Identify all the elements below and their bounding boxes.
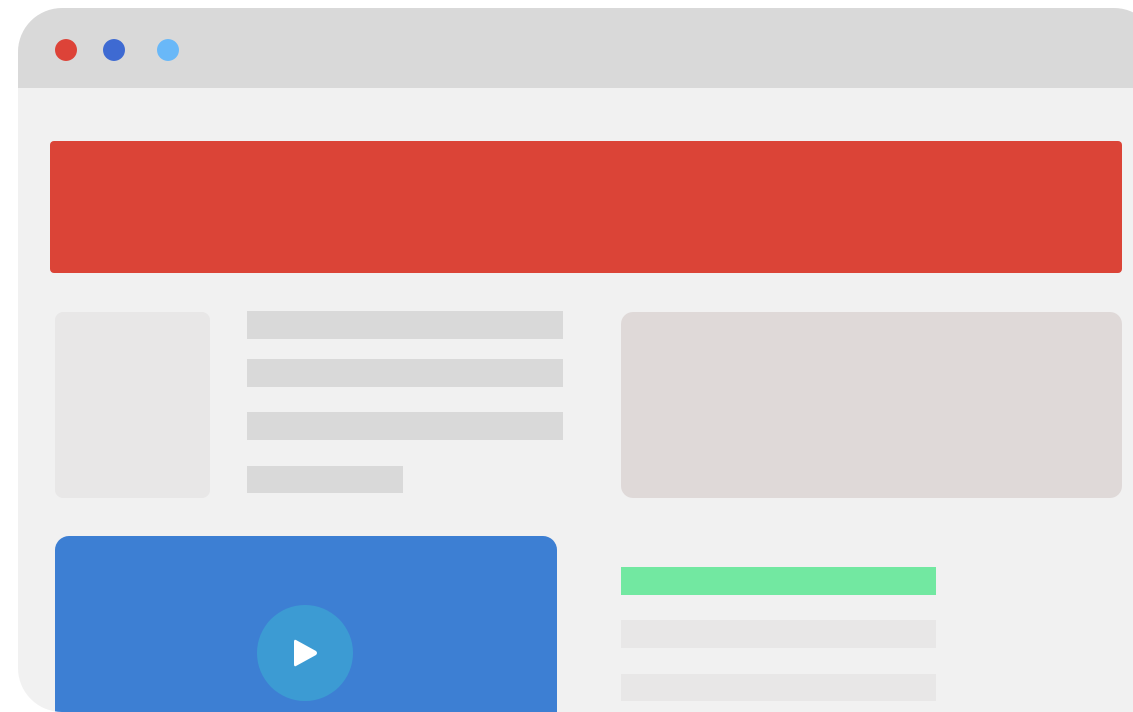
play-icon [294, 639, 317, 667]
media-card-placeholder [621, 312, 1122, 498]
thumbnail-placeholder [55, 312, 210, 498]
browser-window [18, 8, 1133, 712]
video-panel[interactable] [55, 536, 557, 712]
text-line-placeholder [247, 311, 563, 339]
close-dot-icon[interactable] [55, 39, 77, 61]
text-line-placeholder-light [621, 674, 936, 701]
window-titlebar [18, 8, 1133, 88]
minimize-dot-icon[interactable] [103, 39, 125, 61]
text-line-placeholder-light [621, 620, 936, 648]
hero-banner [50, 141, 1122, 273]
text-line-placeholder-short [247, 466, 403, 493]
accent-bar-placeholder [621, 567, 936, 595]
text-line-placeholder [247, 412, 563, 440]
maximize-dot-icon[interactable] [157, 39, 179, 61]
play-button[interactable] [257, 605, 353, 701]
text-line-placeholder [247, 359, 563, 387]
